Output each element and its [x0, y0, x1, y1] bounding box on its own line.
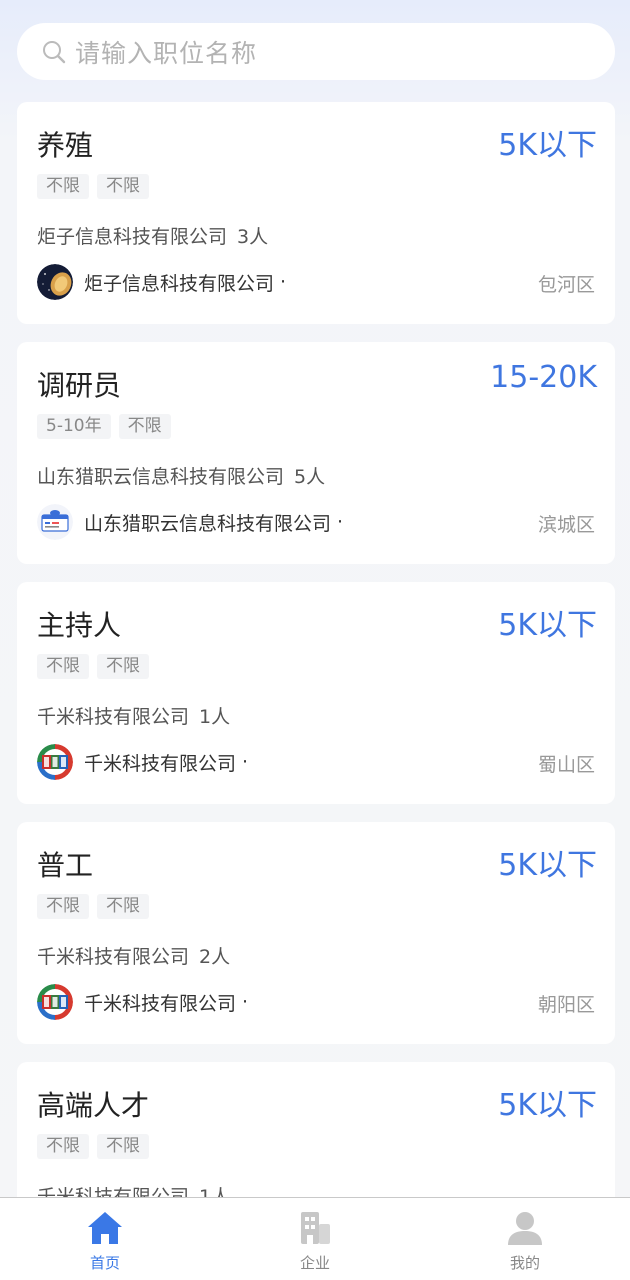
tag-list: 不限 不限: [37, 654, 149, 679]
company-label: 千米科技有限公司: [37, 946, 190, 968]
job-title: 养殖: [37, 129, 94, 162]
tag: 不限: [97, 654, 149, 679]
job-salary: 5K以下: [498, 1088, 597, 1123]
separator-dot: ·: [337, 511, 344, 533]
tag: 不限: [97, 174, 149, 199]
job-salary: 5K以下: [498, 608, 597, 643]
job-card[interactable]: 普工 5K以下 不限 不限 千米科技有限公司 2人 千米科技有限公司 · 朝阳区: [17, 822, 615, 1044]
bsn-logo-icon: [37, 744, 73, 780]
company-line: 山东猎职云信息科技有限公司 5人: [37, 462, 325, 489]
company-line: 千米科技有限公司 1人: [37, 702, 230, 729]
company-line: 炬子信息科技有限公司 3人: [37, 222, 268, 249]
job-card[interactable]: 调研员 15-20K 5-10年 不限 山东猎职云信息科技有限公司 5人 山东猎…: [17, 342, 615, 564]
tag-list: 不限 不限: [37, 1134, 149, 1159]
user-icon: [508, 1212, 542, 1245]
company-row[interactable]: 炬子信息科技有限公司 ·: [37, 264, 286, 300]
company-label: 炬子信息科技有限公司: [37, 226, 228, 248]
district: 滨城区: [537, 514, 595, 536]
tag: 不限: [37, 1134, 89, 1159]
company-line: 千米科技有限公司 2人: [37, 942, 230, 969]
headcount: 2人: [199, 946, 231, 968]
company-row[interactable]: 山东猎职云信息科技有限公司 ·: [37, 504, 343, 540]
tag: 不限: [37, 654, 89, 679]
tag-list: 5-10年 不限: [37, 414, 171, 439]
search-icon: [43, 40, 66, 63]
tag: 5-10年: [37, 414, 111, 439]
separator-dot: ·: [280, 271, 287, 293]
job-card[interactable]: 主持人 5K以下 不限 不限 千米科技有限公司 1人 千米科技有限公司 · 蜀山…: [17, 582, 615, 804]
job-title: 调研员: [37, 369, 122, 402]
job-title: 主持人: [37, 609, 122, 642]
search-bar[interactable]: 请输入职位名称: [17, 23, 615, 80]
tag: 不限: [37, 894, 89, 919]
job-card[interactable]: 养殖 5K以下 不限 不限 炬子信息科技有限公司 3人 炬子信息科技有限公司 ·: [17, 102, 615, 324]
tag: 不限: [118, 414, 171, 439]
company-name: 千米科技有限公司: [84, 992, 237, 1015]
tab-mine[interactable]: 我的: [420, 1198, 630, 1280]
separator-dot: ·: [242, 991, 249, 1013]
headcount: 3人: [237, 226, 269, 248]
company-logo-icon: [37, 264, 73, 300]
job-salary: 5K以下: [498, 128, 597, 163]
company-row[interactable]: 千米科技有限公司 ·: [37, 744, 248, 780]
tab-company[interactable]: 企业: [210, 1198, 420, 1280]
bottom-tabbar: 首页 企业 我的: [0, 1197, 630, 1280]
job-salary: 5K以下: [498, 848, 597, 883]
job-salary: 15-20K: [490, 360, 597, 395]
company-name: 炬子信息科技有限公司: [84, 272, 275, 295]
tag: 不限: [37, 174, 89, 199]
tab-home[interactable]: 首页: [0, 1198, 210, 1280]
home-icon: [88, 1212, 122, 1244]
headcount: 1人: [199, 706, 231, 728]
company-label: 山东猎职云信息科技有限公司: [37, 466, 285, 488]
headcount: 5人: [294, 466, 326, 488]
job-title: 高端人才: [37, 1089, 150, 1122]
company-name: 山东猎职云信息科技有限公司: [84, 512, 332, 535]
company-logo-icon: [37, 504, 73, 540]
tag-list: 不限 不限: [37, 174, 149, 199]
job-title: 普工: [37, 849, 94, 882]
company-row[interactable]: 千米科技有限公司 ·: [37, 984, 248, 1020]
district: 蜀山区: [537, 754, 595, 776]
tag: 不限: [97, 894, 149, 919]
tag-list: 不限 不限: [37, 894, 149, 919]
bsn-logo-icon: [37, 984, 73, 1020]
district: 包河区: [537, 274, 595, 296]
tag: 不限: [97, 1134, 149, 1159]
company-name: 千米科技有限公司: [84, 752, 237, 775]
tab-home-label: 首页: [89, 1254, 120, 1272]
separator-dot: ·: [242, 751, 249, 773]
district: 朝阳区: [537, 994, 595, 1016]
tab-mine-label: 我的: [509, 1254, 540, 1272]
job-list: 养殖 5K以下 不限 不限 炬子信息科技有限公司 3人 炬子信息科技有限公司 ·: [17, 102, 615, 1280]
tab-company-label: 企业: [299, 1254, 330, 1272]
company-label: 千米科技有限公司: [37, 706, 190, 728]
building-icon: [301, 1212, 330, 1244]
search-input[interactable]: 请输入职位名称: [75, 34, 257, 70]
